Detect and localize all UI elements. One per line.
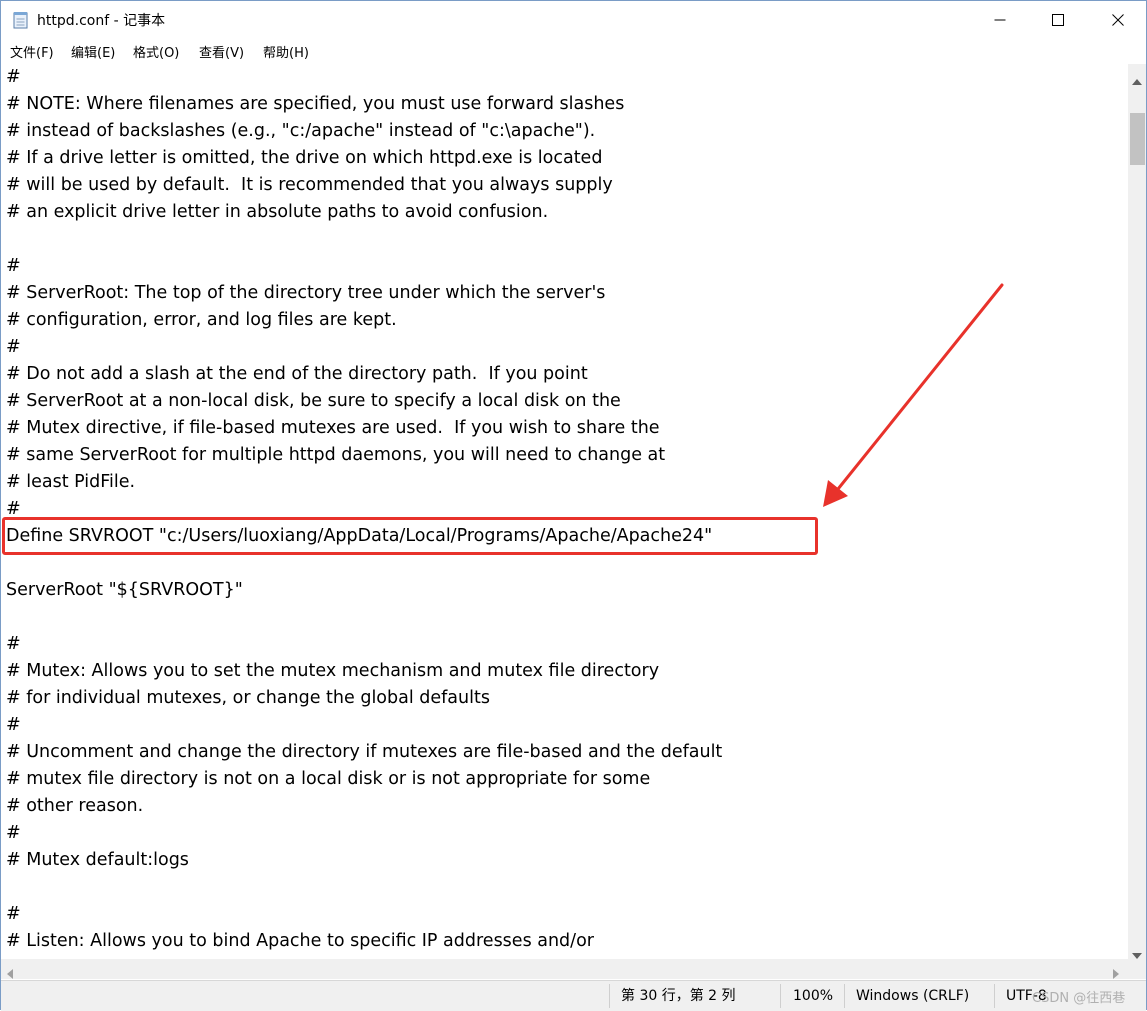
text-line: # ServerRoot: The top of the directory t… (6, 283, 606, 303)
close-button[interactable] (1095, 1, 1141, 39)
text-line: # least PidFile. (6, 472, 136, 492)
text-line: # an explicit drive letter in absolute p… (6, 202, 549, 222)
text-editor-area[interactable]: # # NOTE: Where filenames are specified, … (1, 64, 1128, 959)
text-line: # NOTE: Where filenames are specified, y… (6, 94, 625, 114)
status-zoom: 100% (793, 988, 834, 1004)
vertical-scroll-thumb[interactable] (1130, 113, 1145, 165)
text-line: # instead of backslashes (e.g., "c:/apac… (6, 121, 596, 141)
vertical-scrollbar[interactable] (1128, 64, 1146, 959)
menu-view[interactable]: 查看(V) (197, 42, 246, 61)
text-line: # other reason. (6, 796, 144, 816)
minimize-icon (994, 11, 1006, 30)
status-separator (780, 984, 781, 1008)
text-line: # same ServerRoot for multiple httpd dae… (6, 445, 666, 465)
text-line: # for individual mutexes, or change the … (6, 688, 490, 708)
minimize-button[interactable] (977, 1, 1023, 39)
menu-edit[interactable]: 编辑(E) (69, 42, 117, 61)
status-separator (844, 984, 845, 1008)
status-separator (609, 984, 610, 1008)
maximize-button[interactable] (1035, 1, 1081, 39)
close-icon (1112, 11, 1124, 30)
maximize-icon (1052, 11, 1064, 30)
text-line: # Mutex directive, if file-based mutexes… (6, 418, 660, 438)
text-line: # Listen: Allows you to bind Apache to s… (6, 931, 594, 951)
notepad-window: httpd.conf - 记事本 文件(F) 编辑(E) 格式(O) 查看(V)… (0, 0, 1147, 1011)
text-line: # Do not add a slash at the end of the d… (6, 364, 588, 384)
text-line: # (6, 823, 21, 843)
scroll-up-icon[interactable] (1132, 70, 1142, 89)
status-line-ending: Windows (CRLF) (856, 988, 970, 1004)
status-separator (994, 984, 995, 1008)
status-bar: 第 30 行，第 2 列 100% Windows (CRLF) UTF-8 (1, 980, 1146, 1011)
scrollbar-corner (1128, 959, 1146, 979)
menu-format[interactable]: 格式(O) (131, 42, 181, 61)
text-line: # (6, 337, 21, 357)
text-line: # will be used by default. It is recomme… (6, 175, 613, 195)
horizontal-scrollbar[interactable] (1, 959, 1128, 979)
text-line: # (6, 904, 21, 924)
annotation-highlight-box (2, 517, 818, 555)
text-line: # mutex file directory is not on a local… (6, 769, 651, 789)
title-bar[interactable]: httpd.conf - 记事本 (1, 1, 1146, 39)
menu-bar: 文件(F) 编辑(E) 格式(O) 查看(V) 帮助(H) (1, 39, 1146, 63)
text-line: # configuration, error, and log files ar… (6, 310, 397, 330)
text-line: # (6, 634, 21, 654)
text-line: # ServerRoot at a non-local disk, be sur… (6, 391, 621, 411)
watermark: CSDN @往西巷 (1032, 991, 1126, 1006)
text-line: # Mutex: Allows you to set the mutex mec… (6, 661, 660, 681)
window-title: httpd.conf - 记事本 (37, 13, 166, 29)
text-line: # (6, 715, 21, 735)
menu-help[interactable]: 帮助(H) (261, 42, 311, 61)
text-line: # Uncomment and change the directory if … (6, 742, 723, 762)
notepad-icon (13, 11, 29, 29)
text-line: # If a drive letter is omitted, the driv… (6, 148, 603, 168)
text-line: ServerRoot "${SRVROOT}" (6, 580, 243, 600)
text-line: # (6, 256, 21, 276)
text-line: # Mutex default:logs (6, 850, 189, 870)
menu-file[interactable]: 文件(F) (8, 42, 56, 61)
status-cursor-position: 第 30 行，第 2 列 (621, 988, 736, 1004)
text-line: # (6, 67, 21, 87)
